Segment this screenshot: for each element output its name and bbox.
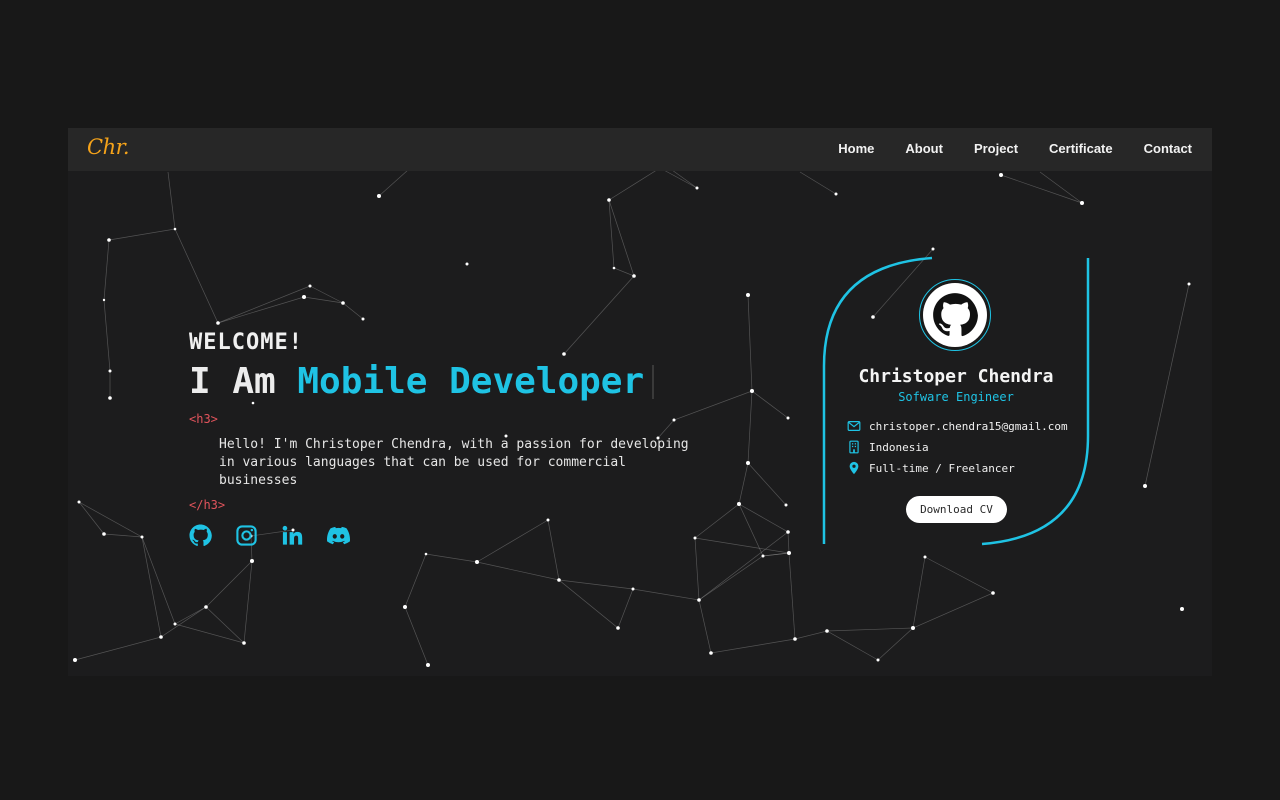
nav-link-home[interactable]: Home (838, 141, 874, 156)
headline-role: Mobile Developer (297, 361, 645, 402)
github-icon[interactable] (189, 524, 212, 547)
nav-links: Home About Project Certificate Contact (807, 141, 1192, 156)
nav-link-project[interactable]: Project (974, 141, 1018, 156)
nav-link-certificate[interactable]: Certificate (1049, 141, 1113, 156)
headline-prefix: I Am (189, 361, 298, 402)
profile-role: Sofware Engineer (898, 390, 1014, 404)
employment-text: Full-time / Freelancer (869, 461, 1015, 475)
profile-card: Christoper Chendra Sofware Engineer chri… (822, 256, 1090, 546)
nav-link-contact[interactable]: Contact (1144, 141, 1192, 156)
site-logo[interactable]: Chr. (87, 135, 130, 159)
location-text: Indonesia (869, 440, 929, 454)
employment-row: Full-time / Freelancer (847, 461, 1015, 475)
hero-section: WELCOME! I Am Mobile Developer <h3> Hell… (189, 330, 699, 547)
typing-cursor (652, 365, 655, 399)
h3-close-tag: </h3> (189, 498, 226, 512)
building-icon (849, 440, 859, 454)
hero-description: Hello! I'm Christoper Chendra, with a pa… (219, 437, 689, 488)
navbar: Chr. Home About Project Certificate Cont… (68, 128, 1212, 171)
social-links (189, 524, 699, 547)
linkedin-icon[interactable] (281, 524, 304, 547)
mail-icon (847, 421, 861, 431)
profile-avatar (919, 279, 991, 351)
nav-link-about[interactable]: About (905, 141, 943, 156)
map-pin-icon (849, 461, 859, 475)
email-row: christoper.chendra15@gmail.com (847, 419, 1068, 433)
download-cv-button[interactable]: Download CV (906, 496, 1007, 523)
headline: I Am Mobile Developer (189, 361, 699, 402)
h3-open-tag: <h3> (189, 412, 218, 426)
welcome-heading: WELCOME! (189, 330, 303, 355)
discord-icon[interactable] (327, 524, 351, 547)
location-row: Indonesia (847, 440, 929, 454)
instagram-icon[interactable] (235, 524, 258, 547)
email-text[interactable]: christoper.chendra15@gmail.com (869, 420, 1068, 433)
profile-name: Christoper Chendra (858, 366, 1054, 387)
github-octocat-icon (923, 283, 987, 347)
